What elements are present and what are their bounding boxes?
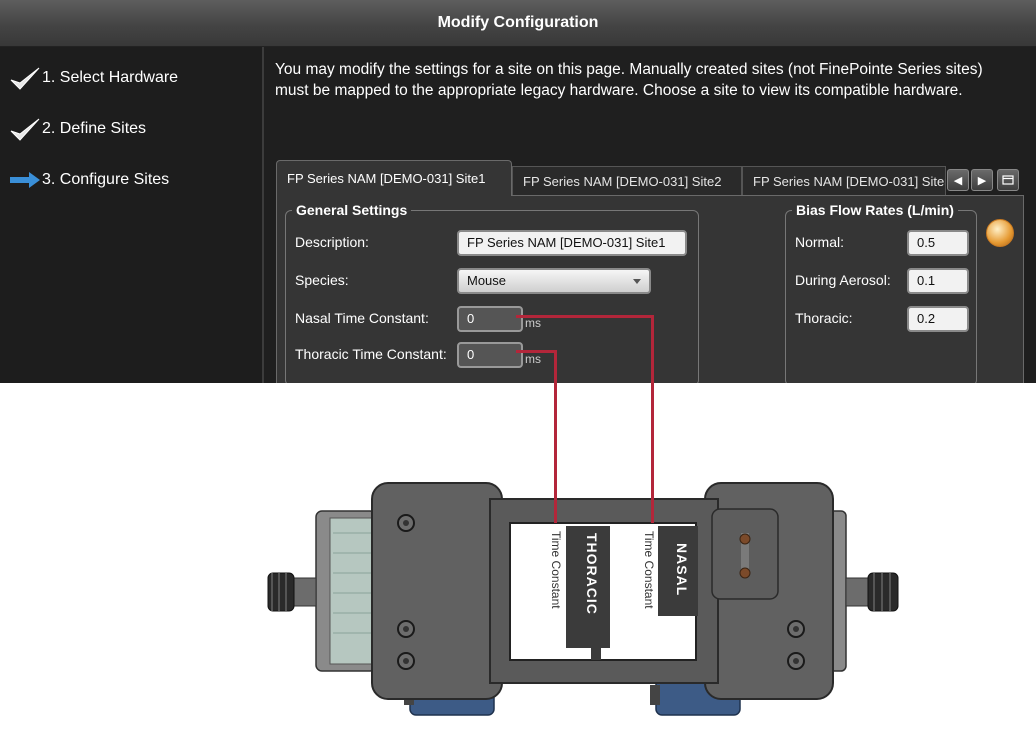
site1-settings-panel: General Settings Description: FP Series … xyxy=(276,195,1024,383)
arrow-right-icon xyxy=(8,165,42,195)
checkmark-icon xyxy=(8,63,42,93)
normal-flow-label: Normal: xyxy=(795,234,845,250)
step-label: 3. Configure Sites xyxy=(42,171,170,188)
checkmark-icon xyxy=(8,114,42,144)
modify-configuration-window: Modify Configuration 1. Select Hardware … xyxy=(0,0,1036,383)
window-title: Modify Configuration xyxy=(0,0,1036,47)
step-configure-sites[interactable]: 3. Configure Sites xyxy=(8,165,169,195)
step-select-hardware[interactable]: 1. Select Hardware xyxy=(8,63,178,93)
thoracic-time-constant-caption: Time Constant xyxy=(549,531,563,609)
tab-menu-icon[interactable] xyxy=(997,169,1019,191)
chevron-right-icon[interactable]: ▶ xyxy=(971,169,993,191)
tab-site2[interactable]: FP Series NAM [DEMO-031] Site2 xyxy=(512,166,742,196)
tab-site3[interactable]: FP Series NAM [DEMO-031] Site3 xyxy=(742,166,946,196)
nasal-time-constant-label: Nasal Time Constant: xyxy=(295,310,429,326)
species-select[interactable]: Mouse xyxy=(457,268,651,294)
thoracic-time-constant-label: Thoracic Time Constant: xyxy=(295,346,447,362)
alert-icon[interactable] xyxy=(986,219,1014,247)
instructions-text: You may modify the settings for a site o… xyxy=(275,61,983,99)
step-define-sites[interactable]: 2. Define Sites xyxy=(8,114,146,144)
configure-sites-pane: You may modify the settings for a site o… xyxy=(264,47,1036,383)
nasal-wire-vertical xyxy=(651,315,654,523)
plethysmograph-device-illustration: Time Constant THORACIC Time Constant NAS… xyxy=(0,383,1036,730)
nasal-unit: ms xyxy=(525,316,541,330)
description-label: Description: xyxy=(295,234,369,250)
normal-flow-field[interactable]: 0.5 xyxy=(907,230,969,256)
tab-site1[interactable]: FP Series NAM [DEMO-031] Site1 xyxy=(276,160,512,196)
aerosol-flow-field[interactable]: 0.1 xyxy=(907,268,969,294)
aerosol-flow-label: During Aerosol: xyxy=(795,272,891,288)
general-settings-legend: General Settings xyxy=(296,202,408,218)
nasal-time-constant-caption: Time Constant xyxy=(642,531,656,609)
thoracic-sensor-tag: THORACIC xyxy=(584,533,600,615)
description-field[interactable]: FP Series NAM [DEMO-031] Site1 xyxy=(457,230,687,256)
device-drawing xyxy=(267,482,899,716)
bias-flow-legend: Bias Flow Rates (L/min) xyxy=(796,202,954,218)
chevron-left-icon[interactable]: ◀ xyxy=(947,169,969,191)
thoracic-time-constant-field[interactable]: 0 xyxy=(457,342,523,368)
nasal-wire xyxy=(516,315,654,318)
species-value: Mouse xyxy=(467,273,507,288)
species-label: Species: xyxy=(295,272,349,288)
thoracic-unit: ms xyxy=(525,352,541,366)
nasal-sensor-tag: NASAL xyxy=(674,543,690,597)
thoracic-flow-field[interactable]: 0.2 xyxy=(907,306,969,332)
chevron-down-icon xyxy=(633,279,641,284)
step-label: 2. Define Sites xyxy=(42,120,147,137)
step-label: 1. Select Hardware xyxy=(42,69,179,86)
wizard-steps-pane: 1. Select Hardware 2. Define Sites 3. Co… xyxy=(0,47,264,383)
nasal-time-constant-field[interactable]: 0 xyxy=(457,306,523,332)
thoracic-flow-label: Thoracic: xyxy=(795,310,853,326)
thoracic-wire xyxy=(516,350,557,353)
thoracic-wire-vertical xyxy=(554,350,557,523)
